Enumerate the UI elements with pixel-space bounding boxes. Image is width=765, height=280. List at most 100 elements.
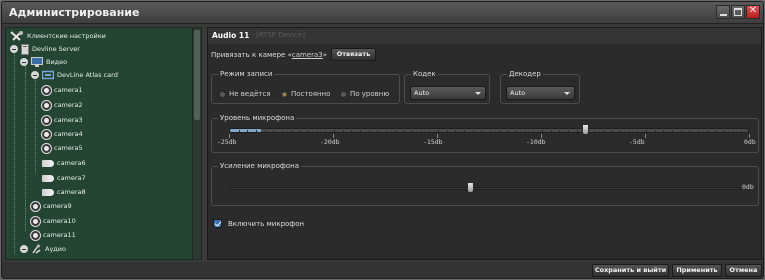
meter-segment [342, 130, 344, 132]
tree-scrollbar[interactable] [192, 28, 201, 259]
title-bar: Администрирование ✕ [2, 2, 763, 24]
enable-mic-label: Включить микрофон [228, 220, 305, 228]
meter-segment [637, 130, 639, 132]
meter-segment [386, 130, 387, 132]
meter-segment [516, 130, 517, 132]
meter-segment [490, 130, 491, 132]
camera-icon [42, 100, 51, 110]
camera-icon [42, 129, 51, 139]
bound-camera-link[interactable]: camera3 [292, 51, 323, 59]
meter-segment [446, 130, 448, 132]
decoder-group: Декодер Auto [500, 69, 580, 104]
settings-tree[interactable]: Клиентские настройки Devline Server Виде… [5, 27, 202, 260]
meter-segment [680, 130, 682, 132]
tools-icon [10, 30, 23, 41]
capture-card-icon [42, 70, 54, 80]
tree-item-camera7[interactable]: camera7 [42, 172, 86, 185]
radio-selected-icon [281, 90, 288, 98]
tree-item-camera6[interactable]: camera6 [42, 157, 86, 170]
recording-always-radio[interactable]: Постоянно [281, 90, 330, 98]
decoder-select[interactable]: Auto [506, 86, 575, 100]
meter-segment [264, 130, 266, 132]
codec-select[interactable]: Auto [410, 86, 486, 100]
meter-segment [507, 130, 509, 132]
tree-item-camera10[interactable]: camera10 [31, 215, 76, 228]
collapse-icon[interactable] [10, 45, 18, 53]
meter-segment [533, 130, 535, 132]
recording-mode-group: Режим записи Не ведётся Постоянно По уро… [211, 69, 400, 104]
tree-item-camera8[interactable]: camera8 [42, 186, 86, 199]
device-header: Audio 11 [RTSP Device] [208, 28, 761, 44]
settings-panel: Audio 11 [RTSP Device] Привязать к камер… [207, 27, 762, 260]
mic-level-scale-label: -25db [217, 138, 237, 146]
cancel-button[interactable]: Отмена [725, 264, 762, 277]
meter-segment [706, 130, 708, 132]
server-icon [21, 43, 29, 55]
apply-button[interactable]: Применить [672, 264, 722, 277]
meter-segment [611, 130, 613, 132]
meter-segment [472, 130, 474, 132]
save-exit-button[interactable]: Сохранить и выйти [592, 264, 669, 277]
mic-level-tick [645, 134, 646, 138]
meter-segment [455, 130, 457, 132]
meter-segment [438, 130, 439, 132]
meter-segment [290, 130, 292, 132]
maximize-icon [734, 8, 742, 16]
audio-icon [32, 244, 41, 254]
admin-window: Администрирование ✕ Клиентские настройки… [1, 1, 764, 279]
meter-segment [247, 130, 249, 132]
mic-gain-track[interactable] [229, 187, 741, 190]
mic-level-threshold-thumb[interactable] [582, 124, 589, 135]
mic-gain-group: Усиление микрофона 0db [211, 161, 759, 206]
enable-mic-checkbox[interactable] [213, 219, 222, 228]
tree-item-atlas-card[interactable]: DevLine Atlas card [31, 69, 118, 82]
tree-scroll-thumb[interactable] [194, 30, 200, 120]
meter-segment [602, 130, 604, 132]
camera-icon [31, 230, 40, 240]
meter-segment [524, 130, 526, 132]
collapse-icon[interactable] [31, 71, 39, 79]
minimize-button[interactable] [716, 5, 730, 19]
recording-level-radio[interactable]: По уровню [340, 90, 389, 98]
mic-level-tick [437, 134, 438, 138]
tree-item-camera1[interactable]: camera1 [42, 84, 83, 97]
mic-level-scale-label: -20db [320, 138, 340, 146]
meter-segment [724, 130, 725, 132]
mic-level-scale-label: -5db [629, 138, 645, 146]
collapse-icon[interactable] [20, 245, 28, 253]
camera-icon [31, 201, 40, 211]
meter-segment [308, 130, 309, 132]
radio-icon [219, 90, 226, 98]
mic-gain-thumb[interactable] [466, 182, 474, 193]
meter-segment [620, 130, 621, 132]
meter-segment [334, 130, 335, 132]
tree-item-client-settings[interactable]: Клиентские настройки [10, 30, 106, 43]
tree-item-camera5[interactable]: camera5 [42, 142, 83, 155]
ptz-camera-icon [42, 188, 54, 196]
radio-icon [340, 90, 347, 98]
tree-item-server[interactable]: Devline Server [10, 43, 80, 56]
maximize-button[interactable] [731, 5, 745, 19]
mic-level-tick [333, 134, 334, 138]
tree-item-camera11[interactable]: camera11 [31, 229, 76, 242]
ptz-camera-icon [42, 159, 54, 167]
minimize-icon [720, 14, 727, 16]
unbind-button[interactable]: Отвязать [331, 48, 376, 61]
tree-item-camera4[interactable]: camera4 [42, 128, 83, 141]
mic-gain-scale-end: 0db [742, 183, 754, 191]
meter-segment [368, 130, 370, 132]
tree-item-audio[interactable]: Аудио [20, 243, 66, 256]
collapse-icon[interactable] [20, 58, 28, 66]
tree-item-video[interactable]: Видео [20, 56, 67, 69]
meter-segment [377, 130, 379, 132]
tree-item-camera9[interactable]: camera9 [31, 200, 72, 213]
recording-off-radio[interactable]: Не ведётся [219, 90, 271, 98]
meter-segment [732, 130, 734, 132]
meter-segment [429, 130, 431, 132]
meter-segment [550, 130, 552, 132]
tree-item-camera3[interactable]: camera3 [42, 114, 83, 127]
close-button[interactable]: ✕ [746, 5, 760, 19]
tree-item-camera2[interactable]: camera2 [42, 99, 83, 112]
device-title: Audio 11 [212, 31, 250, 40]
meter-segment [282, 130, 283, 132]
